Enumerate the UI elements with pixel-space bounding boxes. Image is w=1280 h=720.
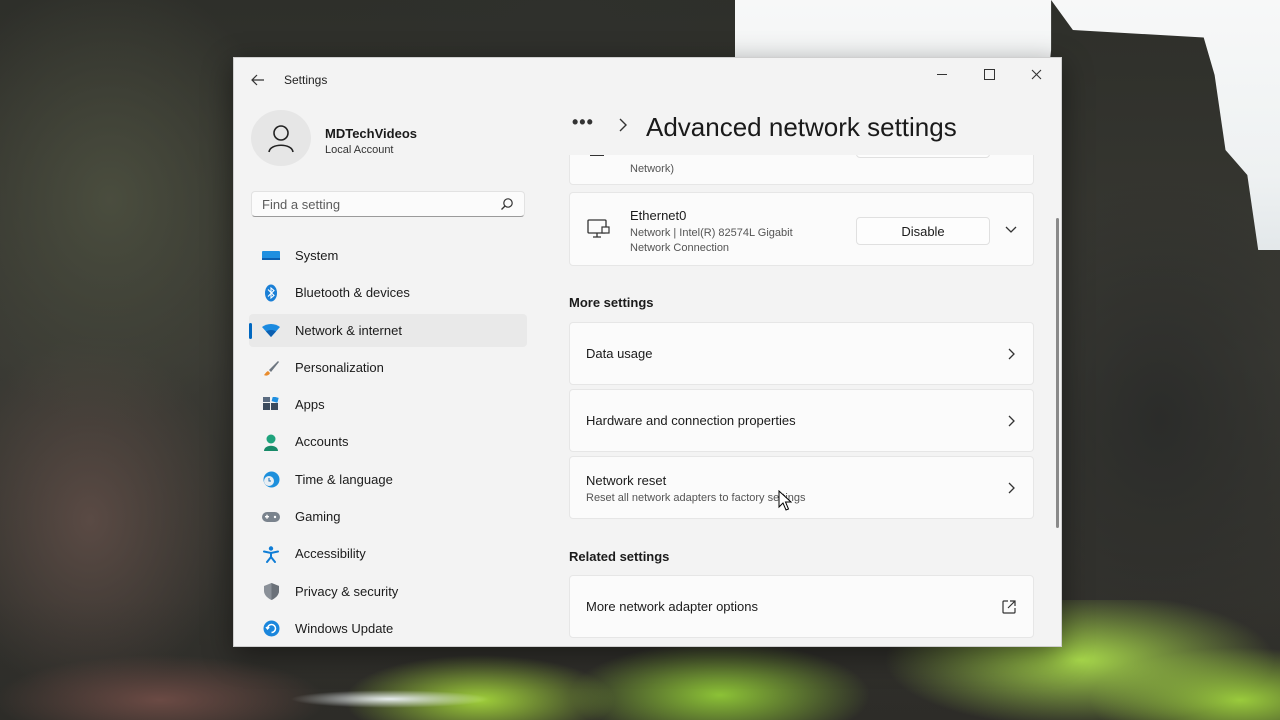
globe-clock-icon [262, 471, 280, 489]
nav-label-network: Network & internet [295, 322, 402, 338]
chevron-right-icon [1008, 415, 1015, 427]
monitor-icon [262, 247, 280, 265]
bluetooth-icon [262, 284, 280, 302]
chevron-right-icon [1008, 348, 1015, 360]
mouse-pointer-icon [778, 490, 792, 511]
page-title: Advanced network settings [646, 112, 957, 142]
nav-label-system: System [295, 248, 339, 263]
nav-item-windows-update[interactable]: Windows Update [249, 612, 527, 645]
settings-window: Settings MDTechVideos Local Account Find… [233, 57, 1062, 647]
chevron-right-icon [619, 118, 627, 132]
network-reset-label: Network reset [586, 473, 667, 488]
profile-name: MDTechVideos [325, 126, 417, 141]
accessibility-icon [262, 545, 280, 563]
nav-item-personalization[interactable]: Personalization [249, 351, 527, 384]
nav-item-time-language[interactable]: Time & language [249, 463, 527, 496]
nav-item-system[interactable]: System [249, 239, 527, 272]
ethernet-adapter-icon [587, 219, 610, 238]
close-icon [1031, 69, 1041, 79]
maximize-button[interactable] [966, 58, 1012, 90]
search-input[interactable]: Find a setting [251, 191, 525, 217]
ethernet-adapter-desc-line1: Network | Intel(R) 82574L Gigabit [630, 227, 793, 239]
nav-item-accounts[interactable]: Accounts [249, 425, 527, 458]
nav-item-network[interactable]: Network & internet [249, 313, 527, 347]
profile-account-type: Local Account [325, 144, 394, 156]
data-usage-item[interactable]: Data usage [569, 322, 1034, 385]
apps-icon [262, 396, 280, 414]
chevron-down-icon[interactable] [1005, 226, 1017, 234]
search-icon [501, 198, 513, 210]
nav-label-accounts: Accounts [295, 434, 349, 450]
breadcrumb-overflow-button[interactable]: ••• [572, 112, 594, 133]
nav-label-privacy-security: Privacy & security [295, 583, 399, 599]
user-avatar-icon [268, 125, 294, 153]
settings-content: Network) Ethernet0 Network | Intel(R) 82… [568, 155, 1036, 646]
user-profile[interactable]: MDTechVideos Local Account [251, 110, 541, 170]
nav-label-accessibility: Accessibility [295, 546, 366, 562]
nav-item-privacy-security[interactable]: Privacy & security [249, 575, 527, 608]
scrollbar[interactable] [1056, 218, 1059, 528]
wifi-icon [262, 322, 280, 340]
search-placeholder: Find a setting [262, 197, 341, 212]
gamepad-icon [262, 508, 280, 526]
window-title: Settings [284, 73, 328, 87]
network-reset-item[interactable]: Network reset Reset all network adapters… [569, 456, 1034, 519]
update-icon [262, 620, 280, 638]
more-network-adapter-options-item[interactable]: More network adapter options [569, 575, 1034, 638]
nav-label-gaming: Gaming [295, 509, 341, 525]
nav-item-apps[interactable]: Apps [249, 388, 527, 421]
nav-item-accessibility[interactable]: Accessibility [249, 537, 527, 570]
hardware-connection-properties-item[interactable]: Hardware and connection properties [569, 389, 1034, 452]
external-link-icon [1002, 600, 1016, 614]
back-button[interactable] [246, 68, 270, 92]
minimize-icon [937, 73, 947, 75]
person-icon [262, 433, 280, 451]
adapter-partial-button[interactable] [856, 155, 990, 158]
minimize-button[interactable] [919, 58, 965, 90]
nav-item-gaming[interactable]: Gaming [249, 500, 527, 533]
avatar [251, 110, 311, 166]
adapter-partial-icon [590, 155, 604, 156]
adapter-card-partial[interactable]: Network) [569, 155, 1034, 185]
nav-label-time-language: Time & language [295, 471, 393, 487]
related-settings-heading: Related settings [569, 549, 670, 564]
chevron-right-icon [1008, 482, 1015, 494]
brush-icon [262, 359, 280, 377]
nav-label-bluetooth: Bluetooth & devices [295, 285, 410, 301]
hardware-connection-properties-label: Hardware and connection properties [586, 413, 796, 428]
adapter-partial-desc: Network) [630, 163, 675, 175]
data-usage-label: Data usage [586, 346, 653, 361]
more-settings-heading: More settings [569, 295, 654, 310]
settings-nav: System Bluetooth & devices Network & int… [249, 239, 527, 646]
close-button[interactable] [1013, 58, 1059, 90]
adapter-card-ethernet0[interactable]: Ethernet0 Network | Intel(R) 82574L Giga… [569, 192, 1034, 266]
nav-item-bluetooth[interactable]: Bluetooth & devices [249, 276, 527, 309]
nav-label-apps: Apps [295, 397, 325, 413]
ethernet-adapter-name: Ethernet0 [630, 208, 687, 223]
nav-label-windows-update: Windows Update [295, 620, 394, 636]
back-arrow-icon [251, 74, 264, 86]
more-network-adapter-options-label: More network adapter options [586, 599, 758, 614]
network-reset-desc: Reset all network adapters to factory se… [586, 492, 806, 504]
nav-label-personalization: Personalization [295, 359, 384, 375]
wallpaper-water [290, 690, 490, 708]
ethernet-adapter-desc-line2: Network Connection [630, 242, 730, 254]
maximize-icon [983, 68, 995, 80]
shield-icon [262, 583, 280, 601]
selection-indicator [249, 322, 252, 339]
breadcrumb: ••• Advanced network settings [570, 112, 1030, 144]
title-bar: Settings [234, 58, 1061, 102]
disable-adapter-button[interactable]: Disable [856, 217, 990, 245]
